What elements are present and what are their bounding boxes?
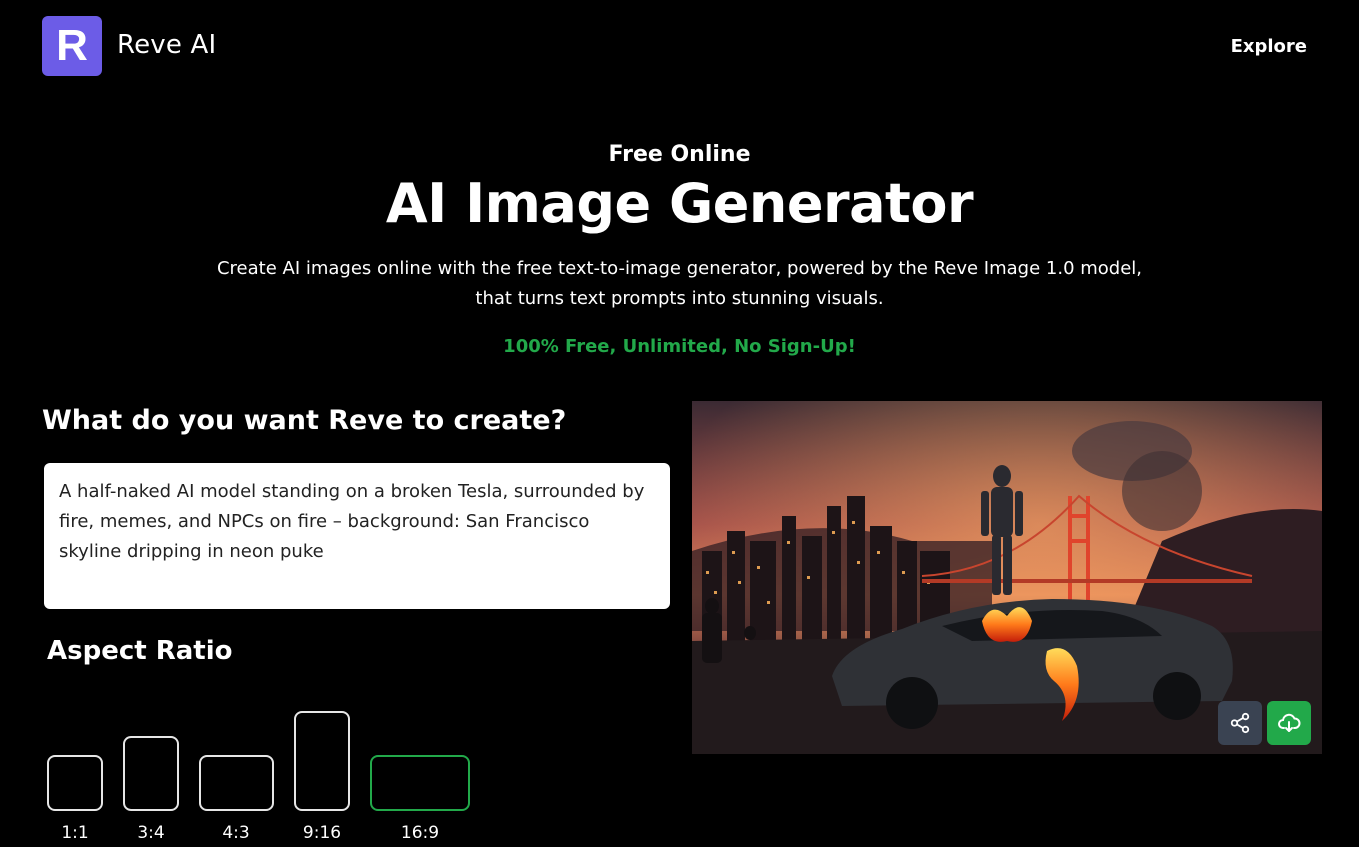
ratio-label-4-3: 4:3 — [222, 823, 250, 843]
ratio-label-16-9: 16:9 — [400, 823, 440, 843]
page-title: AI Image Generator — [385, 172, 974, 235]
prompt-heading: What do you want Reve to create? — [42, 405, 567, 436]
cloud-download-icon — [1278, 713, 1301, 732]
ratio-option-4-3[interactable] — [199, 755, 274, 811]
ratio-option-1-1[interactable] — [47, 755, 103, 811]
download-button[interactable] — [1267, 701, 1311, 745]
share-icon — [1230, 712, 1250, 734]
hero-description: Create AI images online with the free te… — [216, 258, 1143, 309]
logo-letter: R — [56, 21, 88, 70]
ratio-label-1-1: 1:1 — [61, 823, 89, 843]
ratio-option-3-4[interactable] — [123, 736, 179, 811]
ratio-label-3-4: 3:4 — [137, 823, 165, 843]
logo[interactable]: R — [42, 16, 102, 76]
ratio-option-9-16[interactable] — [294, 711, 350, 811]
aspect-ratio-heading: Aspect Ratio — [47, 636, 233, 666]
ratio-option-16-9[interactable] — [370, 755, 470, 811]
share-button[interactable] — [1218, 701, 1262, 745]
hero-kicker: Free Online — [608, 142, 751, 167]
free-tagline: 100% Free, Unlimited, No Sign-Up! — [503, 336, 856, 357]
ratio-label-9-16: 9:16 — [302, 823, 342, 843]
nav-explore-link[interactable]: Explore — [1231, 36, 1307, 57]
brand-name[interactable]: Reve AI — [117, 30, 216, 60]
prompt-textarea[interactable]: A half-naked AI model standing on a brok… — [44, 463, 670, 609]
